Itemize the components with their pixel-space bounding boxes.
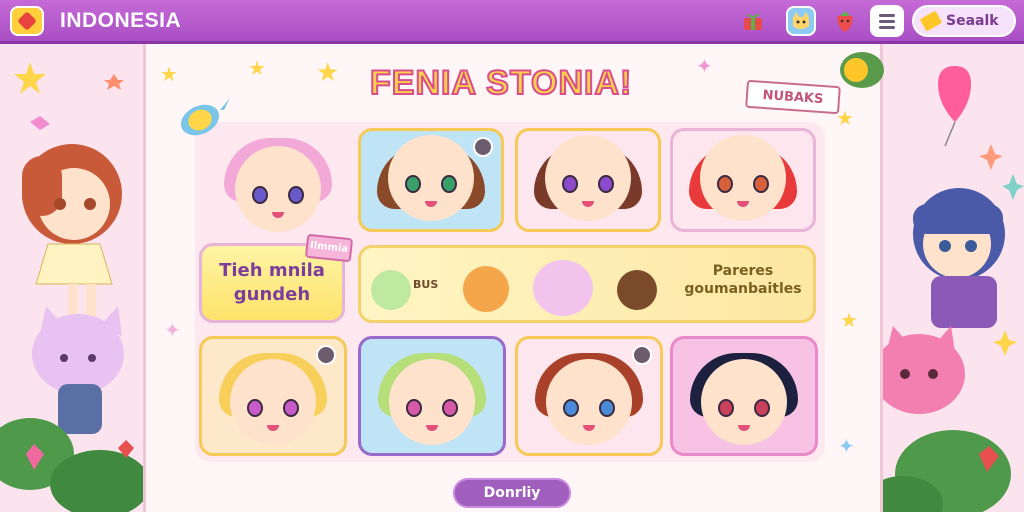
star-icon: ★ <box>160 62 178 86</box>
promo-banner[interactable]: BUS Pareres goumanbaitles <box>358 245 816 323</box>
event-banner-line2: gundeh <box>233 284 311 305</box>
locked-badge-icon <box>473 137 493 157</box>
strawberry-icon[interactable] <box>830 6 860 36</box>
character-card-7[interactable] <box>670 336 818 456</box>
event-tag: Ilmmia <box>304 233 354 263</box>
top-bar: INDONESIA Seaalk <box>0 0 1024 44</box>
game-title: FENIA STONIA! <box>369 63 633 103</box>
orange-haired-kid <box>463 266 509 312</box>
cat-face-icon[interactable] <box>786 6 816 36</box>
promo-line1: Pareres <box>712 263 774 279</box>
primary-button[interactable]: Donrliy <box>453 478 571 508</box>
right-decorations <box>883 66 1024 512</box>
locked-badge-icon <box>316 345 336 365</box>
star-icon: ★ <box>840 308 858 332</box>
character-card-3[interactable] <box>670 128 816 232</box>
tag-icon <box>919 10 943 32</box>
promo-text: Pareres goumanbaitles <box>675 262 811 298</box>
promo-line2: goumanbaitles <box>684 281 802 297</box>
logo-diamond-icon[interactable] <box>10 6 44 36</box>
menu-icon[interactable] <box>870 5 904 37</box>
star-icon: ★ <box>316 58 340 88</box>
star-icon: ★ <box>248 56 266 80</box>
locked-badge-icon <box>632 345 652 365</box>
character-card-1[interactable] <box>358 128 504 232</box>
star-icon: ✦ <box>838 434 855 458</box>
search-label: Seaalk <box>946 13 999 29</box>
search-button[interactable]: Seaalk <box>912 5 1016 37</box>
green-creature <box>371 270 411 310</box>
app-title: INDONESIA <box>60 9 182 32</box>
event-banner[interactable]: Tieh mnila gundeh Ilmmia <box>199 233 354 323</box>
brown-bear-creature <box>617 270 657 310</box>
character-card-2[interactable] <box>515 128 661 232</box>
gift-icon[interactable] <box>738 6 768 36</box>
candy-icon <box>170 98 230 140</box>
leaf-balloon-icon <box>840 52 884 88</box>
star-icon: ✦ <box>164 318 181 342</box>
star-icon: ✦ <box>696 54 713 78</box>
character-card-6[interactable] <box>515 336 663 456</box>
event-banner-line1: Tieh mnila <box>219 260 325 281</box>
pink-cat-creature <box>533 260 593 316</box>
left-decorations <box>0 62 143 512</box>
character-card-5[interactable] <box>358 336 506 456</box>
character-card-4[interactable] <box>199 336 347 456</box>
star-icon: ★ <box>836 106 854 130</box>
promo-small-label: BUS <box>413 278 439 291</box>
